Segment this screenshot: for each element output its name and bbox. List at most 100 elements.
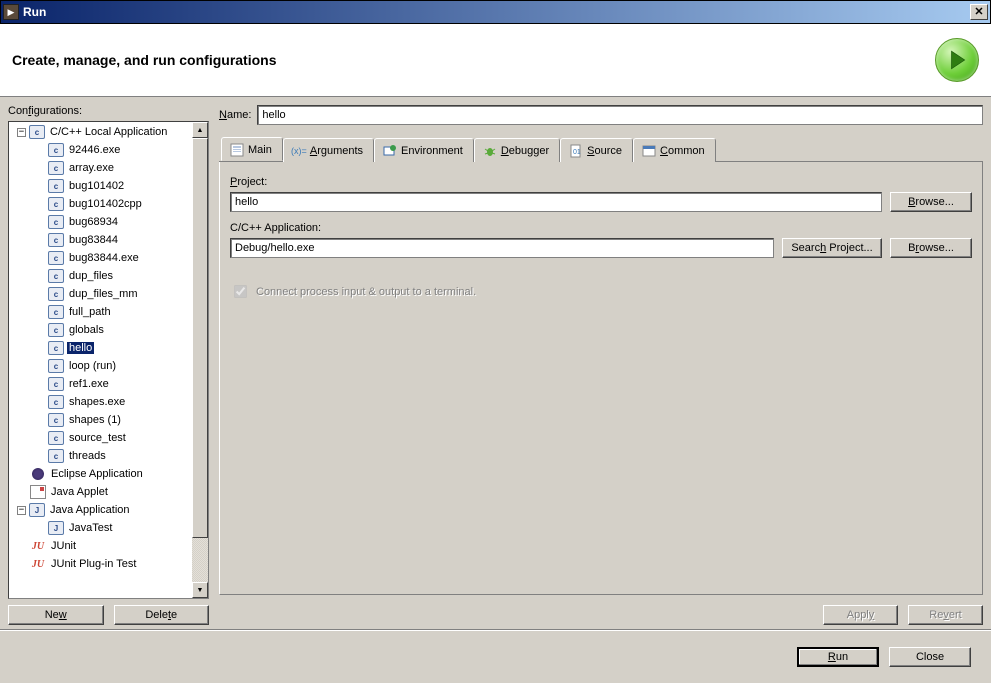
c-file-icon: c xyxy=(48,197,64,211)
tree-item[interactable]: JUJUnit Plug-in Test xyxy=(9,555,192,573)
delete-button[interactable]: Delete xyxy=(114,605,210,625)
window-title: Run xyxy=(23,5,970,19)
tab-main-label: Main xyxy=(248,144,272,156)
tree-item[interactable]: cloop (run) xyxy=(9,357,192,375)
tree-item[interactable]: JJavaTest xyxy=(9,519,192,537)
tree-item[interactable]: csource_test xyxy=(9,429,192,447)
c-file-icon: c xyxy=(48,179,64,193)
tree-item[interactable]: c92446.exe xyxy=(9,141,192,159)
new-button[interactable]: New xyxy=(8,605,104,625)
scroll-up-button[interactable]: ▲ xyxy=(192,122,208,138)
close-button[interactable]: Close xyxy=(889,647,971,667)
configurations-tree[interactable]: −cC/C++ Local Applicationc92446.execarra… xyxy=(8,121,209,599)
tree-item[interactable]: cref1.exe xyxy=(9,375,192,393)
tree-item[interactable]: carray.exe xyxy=(9,159,192,177)
tree-item-label: hello xyxy=(67,342,94,354)
connect-terminal-label: Connect process input & output to a term… xyxy=(256,286,476,298)
tab-source[interactable]: 01 Source xyxy=(560,138,633,162)
tab-environment[interactable]: Environment xyxy=(374,138,474,162)
tree-item[interactable]: cbug101402cpp xyxy=(9,195,192,213)
c-file-icon: c xyxy=(48,215,64,229)
tree-item[interactable]: cshapes.exe xyxy=(9,393,192,411)
tree-item[interactable]: cthreads xyxy=(9,447,192,465)
java-file-icon: J xyxy=(48,521,64,535)
vertical-scrollbar[interactable]: ▲ ▼ xyxy=(192,122,208,598)
tree-item-label: bug101402cpp xyxy=(67,198,144,210)
tree-item-label: dup_files xyxy=(67,270,115,282)
project-browse-button[interactable]: Browse... xyxy=(890,192,972,212)
c-file-icon: c xyxy=(48,305,64,319)
scroll-track[interactable] xyxy=(192,138,208,582)
dialog-title: Create, manage, and run configurations xyxy=(12,52,935,68)
application-browse-button[interactable]: Browse... xyxy=(890,238,972,258)
tab-arguments-label: Arguments xyxy=(310,145,363,157)
c-file-icon: c xyxy=(48,449,64,463)
tree-item[interactable]: Java Applet xyxy=(9,483,192,501)
search-project-button[interactable]: Search Project... xyxy=(782,238,882,258)
tree-item-label: Java Applet xyxy=(49,486,110,498)
tree-expander-icon[interactable]: − xyxy=(17,506,26,515)
revert-button: Revert xyxy=(908,605,983,625)
tree-item[interactable]: JUJUnit xyxy=(9,537,192,555)
scroll-thumb[interactable] xyxy=(192,138,208,538)
tree-item-label: JUnit xyxy=(49,540,78,552)
project-input[interactable] xyxy=(230,192,882,212)
tree-expander-icon[interactable]: − xyxy=(17,128,26,137)
tree-item[interactable]: cglobals xyxy=(9,321,192,339)
tree-item-label: JUnit Plug-in Test xyxy=(49,558,138,570)
tree-item[interactable]: −cC/C++ Local Application xyxy=(9,123,192,141)
tree-item[interactable]: cdup_files xyxy=(9,267,192,285)
tree-item[interactable]: cbug101402 xyxy=(9,177,192,195)
debugger-tab-icon xyxy=(483,144,497,158)
project-label: Project: xyxy=(230,176,972,188)
tab-strip: Main (x)= Arguments Environment Debugger xyxy=(219,137,983,162)
c-file-icon: c xyxy=(48,413,64,427)
configurations-label: Configurations: xyxy=(8,105,209,117)
tree-item-label: bug83844.exe xyxy=(67,252,141,264)
application-label: C/C++ Application: xyxy=(230,222,972,234)
tab-source-label: Source xyxy=(587,145,622,157)
dialog-header: Create, manage, and run configurations xyxy=(0,24,991,97)
name-label: Name: xyxy=(219,109,251,121)
c-file-icon: c xyxy=(48,377,64,391)
tree-item[interactable]: chello xyxy=(9,339,192,357)
left-panel: Configurations: −cC/C++ Local Applicatio… xyxy=(8,105,209,625)
tree-item-label: source_test xyxy=(67,432,128,444)
tab-main[interactable]: Main xyxy=(221,137,283,161)
tab-debugger[interactable]: Debugger xyxy=(474,138,560,162)
c-file-icon: c xyxy=(48,161,64,175)
c-file-icon: c xyxy=(48,269,64,283)
environment-tab-icon xyxy=(383,144,397,158)
eclipse-icon xyxy=(30,467,46,481)
right-panel: Name: Main (x)= Arguments Environment xyxy=(219,105,983,625)
tree-item[interactable]: cshapes (1) xyxy=(9,411,192,429)
tree-item[interactable]: −JJava Application xyxy=(9,501,192,519)
c-file-icon: c xyxy=(48,287,64,301)
tab-debugger-label: Debugger xyxy=(501,145,549,157)
apply-button: Apply xyxy=(823,605,898,625)
scroll-down-button[interactable]: ▼ xyxy=(192,582,208,598)
tab-arguments[interactable]: (x)= Arguments xyxy=(283,138,374,162)
connect-terminal-checkbox xyxy=(234,285,247,298)
c-file-icon: c xyxy=(48,359,64,373)
name-input[interactable] xyxy=(257,105,983,125)
dialog-footer: Run Close xyxy=(0,629,991,683)
tree-item[interactable]: Eclipse Application xyxy=(9,465,192,483)
tree-item[interactable]: cdup_files_mm xyxy=(9,285,192,303)
application-input[interactable] xyxy=(230,238,774,258)
app-icon: ▶ xyxy=(3,4,19,20)
tree-item-label: 92446.exe xyxy=(67,144,122,156)
tree-item[interactable]: cbug83844.exe xyxy=(9,249,192,267)
close-icon[interactable]: ✕ xyxy=(970,4,988,20)
junit-icon: JU xyxy=(30,557,46,571)
tree-item-label: Java Application xyxy=(48,504,132,516)
tree-item[interactable]: cfull_path xyxy=(9,303,192,321)
tree-item-label: C/C++ Local Application xyxy=(48,126,169,138)
tab-common[interactable]: Common xyxy=(633,138,716,162)
svg-text:01: 01 xyxy=(573,149,581,156)
run-button[interactable]: Run xyxy=(797,647,879,667)
tree-item[interactable]: cbug68934 xyxy=(9,213,192,231)
tree-item[interactable]: cbug83844 xyxy=(9,231,192,249)
source-tab-icon: 01 xyxy=(569,144,583,158)
main-tab-icon xyxy=(230,143,244,157)
